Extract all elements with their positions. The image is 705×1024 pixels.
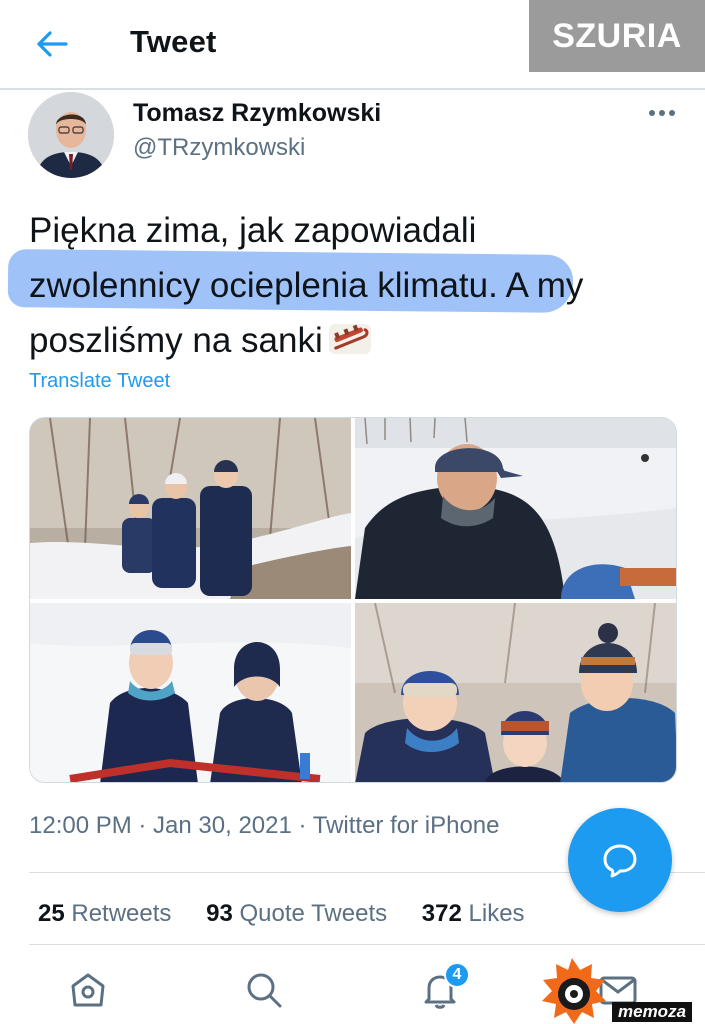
watermark-label: SZURIA xyxy=(529,0,705,72)
divider xyxy=(29,944,705,945)
reply-button[interactable] xyxy=(568,808,672,912)
tweet-text: Piękna zima, jak zapowiadali zwolennicy … xyxy=(29,203,689,368)
avatar-image xyxy=(28,92,114,178)
translate-tweet-link[interactable]: Translate Tweet xyxy=(29,370,170,393)
photo-2[interactable] xyxy=(355,418,676,599)
likes-stat[interactable]: 372 Likes xyxy=(422,900,525,927)
more-dot-icon xyxy=(659,110,665,116)
author-handle[interactable]: @TRzymkowski xyxy=(133,134,305,162)
photo-1[interactable] xyxy=(30,418,351,599)
photo-4[interactable] xyxy=(355,603,676,782)
highlighted-text: zwolennicy ocieplenia klimatu. xyxy=(29,266,498,305)
tweet-text-line: zwolennicy ocieplenia klimatu. A my xyxy=(29,258,689,313)
photo-3[interactable] xyxy=(30,603,351,782)
more-dot-icon xyxy=(649,110,655,116)
back-button[interactable] xyxy=(30,24,74,64)
quote-tweets-stat[interactable]: 93 Quote Tweets xyxy=(206,900,387,927)
home-icon xyxy=(71,973,105,1007)
nav-search[interactable] xyxy=(242,968,286,1012)
search-icon xyxy=(247,973,282,1008)
quote-tweets-count: 93 xyxy=(206,900,233,927)
photo-image xyxy=(30,603,351,782)
media-grid xyxy=(29,417,677,783)
more-dot-icon xyxy=(669,110,675,116)
author-name[interactable]: Tomasz Rzymkowski xyxy=(133,99,381,128)
avatar[interactable] xyxy=(28,92,114,178)
tweet-timestamp: 12:00 PM · Jan 30, 2021 · Twitter for iP… xyxy=(29,812,500,839)
retweets-count: 25 xyxy=(38,900,65,927)
tweet-text-line: Piękna zima, jak zapowiadali xyxy=(29,211,477,250)
notifications-badge: 4 xyxy=(444,962,470,988)
more-options-button[interactable] xyxy=(642,100,682,126)
photo-image xyxy=(355,603,676,782)
arrow-left-icon xyxy=(37,31,68,57)
tweet-text-line: poszliśmy na sanki xyxy=(29,313,689,368)
tweet-text-segment: A my xyxy=(497,266,584,305)
photo-image xyxy=(355,418,676,599)
page-title: Tweet xyxy=(130,24,217,59)
likes-count: 372 xyxy=(421,900,462,927)
chat-bubble-icon xyxy=(603,844,637,878)
retweets-stat[interactable]: 25 Retweets xyxy=(38,900,171,927)
quote-tweets-label: Quote Tweets xyxy=(239,900,388,927)
retweets-label: Retweets xyxy=(71,900,172,927)
tweet-text-segment: poszliśmy na sanki xyxy=(29,321,323,360)
tweet-stats: 25 Retweets 93 Quote Tweets 372 Likes xyxy=(38,900,553,928)
photo-image xyxy=(30,418,351,599)
likes-label: Likes xyxy=(468,900,525,927)
memoza-label: memoza xyxy=(612,1002,693,1022)
nav-home[interactable] xyxy=(66,968,110,1012)
sled-icon xyxy=(328,324,371,354)
